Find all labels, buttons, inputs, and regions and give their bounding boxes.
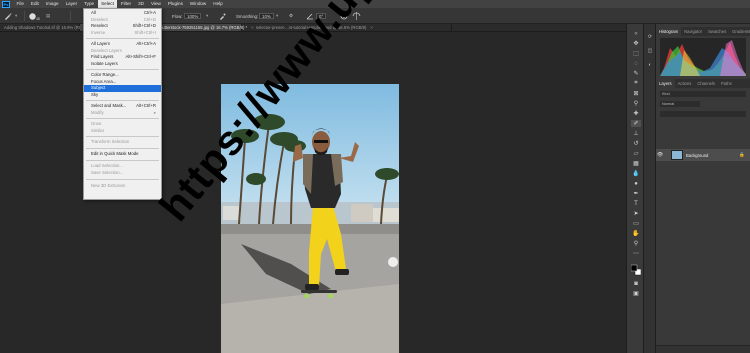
menu-item-modify[interactable]: Modify ▸ bbox=[84, 110, 161, 117]
tab-actions[interactable]: Actions bbox=[675, 79, 695, 88]
histogram-tabs: Histogram Navigator Swatches Gradients bbox=[656, 27, 750, 36]
properties-panel-icon[interactable]: ◫ bbox=[646, 48, 654, 54]
kind-label: Kind bbox=[662, 92, 670, 96]
clone-stamp-tool-icon[interactable]: ⊥ bbox=[631, 130, 641, 137]
layer-thumbnail bbox=[671, 150, 683, 160]
adjustments-panel-icon[interactable]: ◐ bbox=[646, 62, 654, 68]
move-tool-icon[interactable]: ✥ bbox=[631, 40, 641, 47]
layer-lock-icon[interactable]: 🔒 bbox=[739, 152, 745, 158]
right-panels: Histogram Navigator Swatches Gradients L… bbox=[656, 24, 750, 353]
menu-image[interactable]: Image bbox=[42, 0, 62, 8]
edit-toolbar-icon[interactable]: ⋯ bbox=[631, 250, 641, 257]
menu-type[interactable]: Type bbox=[81, 0, 98, 8]
tab-paths[interactable]: Paths bbox=[718, 79, 735, 88]
tab-swatches[interactable]: Swatches bbox=[705, 27, 729, 36]
tab-layers[interactable]: Layers bbox=[656, 79, 675, 88]
tab-channels[interactable]: Channels bbox=[694, 79, 718, 88]
tab-label: Adding Shadows Tutorial.tif @ 16.9% (RGB… bbox=[4, 25, 90, 30]
menu-item-sky[interactable]: Sky bbox=[84, 92, 161, 99]
menu-filter[interactable]: Filter bbox=[117, 0, 134, 8]
menu-3d[interactable]: 3D bbox=[135, 0, 148, 8]
menu-plugins[interactable]: Plugins bbox=[164, 0, 186, 8]
history-panel-icon[interactable]: ⟳ bbox=[646, 34, 654, 40]
menu-item-quick-mask[interactable]: Edit in Quick Mask Mode bbox=[84, 151, 161, 158]
menu-item-save-selection[interactable]: Save Selection... bbox=[84, 170, 161, 177]
layers-tabs: Layers Actions Channels Paths bbox=[656, 79, 750, 88]
collapse-toolbar-icon[interactable]: « bbox=[631, 30, 641, 37]
menu-select[interactable]: Select bbox=[97, 0, 118, 8]
menu-view[interactable]: View bbox=[147, 0, 164, 8]
menu-item-similar[interactable]: Similar bbox=[84, 128, 161, 135]
hand-tool-icon[interactable]: ✋ bbox=[631, 230, 641, 237]
gradient-tool-icon[interactable]: ▦ bbox=[631, 160, 641, 167]
menu-item-inverse[interactable]: Inverse Shift+Ctrl+I bbox=[84, 30, 161, 37]
dodge-tool-icon[interactable]: ● bbox=[631, 180, 641, 187]
eyedropper-tool-icon[interactable]: ⚲ bbox=[631, 100, 641, 107]
smoothing-options-gear-icon[interactable]: ⚙ bbox=[289, 12, 293, 20]
submenu-arrow-icon: ▸ bbox=[153, 109, 156, 115]
tab-histogram[interactable]: Histogram bbox=[656, 27, 682, 36]
tab-close-icon[interactable]: × bbox=[370, 25, 372, 30]
menu-bar: Ps File Edit Image Layer Type Select Fil… bbox=[0, 0, 750, 8]
lasso-tool-icon[interactable]: ◌ bbox=[631, 60, 641, 67]
brush-settings-icon[interactable]: ▤ bbox=[46, 12, 50, 20]
airbrush-icon[interactable] bbox=[219, 12, 226, 20]
histogram-graph bbox=[660, 38, 746, 76]
select-menu-dropdown: All Ctrl+A Deselect Ctrl+D Reselect Shift+C… bbox=[83, 8, 162, 200]
history-brush-tool-icon[interactable]: ↺ bbox=[631, 140, 641, 147]
tab-navigator[interactable]: Navigator bbox=[681, 27, 705, 36]
smoothing-label: Smoothing: bbox=[236, 13, 259, 19]
flow-input[interactable]: 100% bbox=[184, 13, 202, 19]
brush-tool-icon[interactable] bbox=[4, 12, 12, 20]
tools-panel: « ✥ ⬚ ◌ ✎ ⌗ ⊠ ⚲ ✚ ✐ ⊥ ↺ ▱ ▦ 💧 ● ✒ T ➤ ▭ … bbox=[626, 24, 644, 353]
tab-label: shutterstock-759251155.jpg @ 16.7% (RGB/… bbox=[158, 25, 248, 30]
tab-adding-shadows[interactable]: Adding Shadows Tutorial.tif @ 16.9% (RGB… bbox=[0, 24, 90, 31]
zoom-tool-icon[interactable]: ⚲ bbox=[631, 240, 641, 247]
lock-row bbox=[660, 111, 746, 117]
screen-mode-icon[interactable]: ▣ bbox=[631, 290, 641, 297]
smoothing-chevron-icon[interactable]: ▾ bbox=[276, 12, 278, 20]
color-swatches[interactable] bbox=[631, 264, 641, 276]
panel-icon-strip: ⟳ ◫ ◐ bbox=[644, 24, 656, 353]
quick-selection-tool-icon[interactable]: ✎ bbox=[631, 70, 641, 77]
tab-gradients[interactable]: Gradients bbox=[729, 27, 750, 36]
menu-item-isolate-layers[interactable]: Isolate Layers bbox=[84, 61, 161, 68]
layer-row-background[interactable]: 👁 Background 🔒 bbox=[656, 149, 750, 161]
path-selection-tool-icon[interactable]: ➤ bbox=[631, 210, 641, 217]
photoshop-logo: Ps bbox=[2, 0, 10, 8]
smoothing-input[interactable]: 10% bbox=[259, 13, 274, 19]
eraser-tool-icon[interactable]: ▱ bbox=[631, 150, 641, 157]
menu-help[interactable]: Help bbox=[210, 0, 226, 8]
menu-layer[interactable]: Layer bbox=[62, 0, 81, 8]
flow-chevron-icon[interactable]: ▾ bbox=[206, 12, 208, 20]
layer-name: Background bbox=[686, 152, 709, 158]
blur-tool-icon[interactable]: 💧 bbox=[631, 170, 641, 177]
brush-preset-picker[interactable]: 48 bbox=[28, 12, 40, 21]
brush-size-value: 48 bbox=[36, 17, 40, 21]
layers-list-space bbox=[656, 120, 750, 148]
menu-edit[interactable]: Edit bbox=[27, 0, 42, 8]
layers-panel-footer bbox=[656, 345, 750, 353]
rectangle-tool-icon[interactable]: ▭ bbox=[631, 220, 641, 227]
menu-item-transform-selection[interactable]: Transform Selection bbox=[84, 139, 161, 146]
type-tool-icon[interactable]: T bbox=[631, 200, 641, 207]
layer-filter-kind[interactable]: Kind bbox=[660, 91, 746, 97]
tool-preset-chevron-icon[interactable]: ▾ bbox=[15, 12, 17, 20]
quick-mask-icon[interactable]: ◙ bbox=[631, 280, 641, 287]
menu-window[interactable]: Window bbox=[186, 0, 209, 8]
blend-mode-label: Normal bbox=[662, 102, 675, 106]
marquee-tool-icon[interactable]: ⬚ bbox=[631, 50, 641, 57]
menu-item-new-3d-extrusion[interactable]: New 3D Extrusion bbox=[84, 183, 161, 190]
crop-tool-icon[interactable]: ⌗ bbox=[631, 80, 641, 87]
frame-tool-icon[interactable]: ⊠ bbox=[631, 90, 641, 97]
flow-label: Flow: bbox=[172, 13, 183, 19]
visibility-eye-icon[interactable]: 👁 bbox=[656, 152, 664, 158]
pen-tool-icon[interactable]: ✒ bbox=[631, 190, 641, 197]
menu-file[interactable]: File bbox=[13, 0, 27, 8]
healing-brush-tool-icon[interactable]: ✚ bbox=[631, 110, 641, 117]
brush-tool-icon[interactable]: ✐ bbox=[631, 120, 641, 127]
blend-mode-select[interactable]: Normal bbox=[660, 101, 700, 107]
